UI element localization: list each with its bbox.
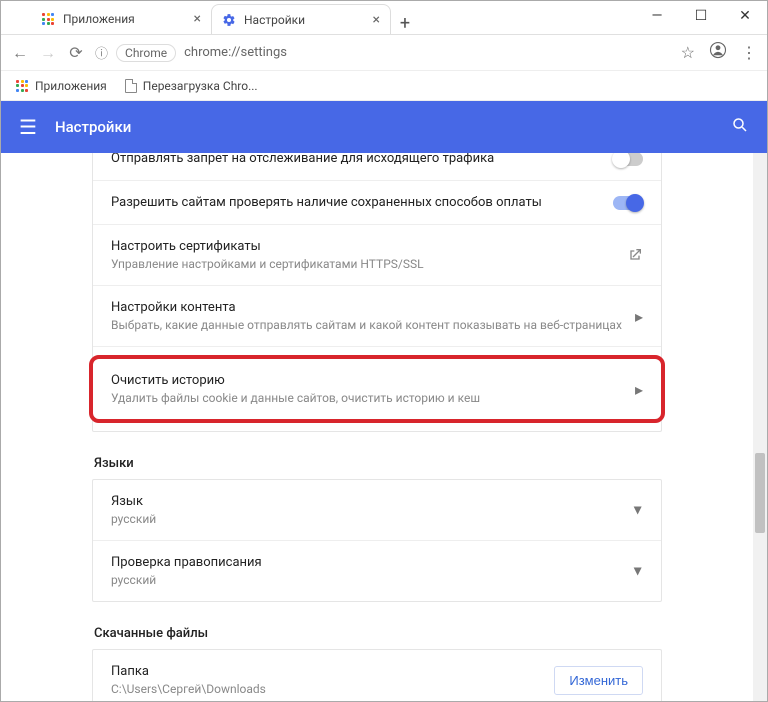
bookmarks-bar: Приложения Перезагрузка Chro...: [1, 71, 767, 101]
setting-clear-browsing-data[interactable]: Очистить историю Удалить файлы cookie и …: [93, 359, 661, 419]
chevron-down-icon: ▸: [629, 567, 648, 575]
menu-hamburger-icon[interactable]: ☰: [19, 115, 37, 139]
setting-title: Очистить историю: [111, 373, 623, 388]
page-icon: [125, 79, 137, 93]
setting-value: C:\Users\Сергей\Downloads: [111, 682, 542, 696]
toolbar: ← → ⟳ ⓘ Chrome chrome://settings ☆ ⋮: [1, 35, 767, 71]
section-label-languages: Языки: [92, 456, 662, 471]
toggle-switch[interactable]: [613, 153, 643, 166]
menu-icon[interactable]: ⋮: [741, 43, 757, 62]
url-text: chrome://settings: [184, 45, 287, 60]
page-title: Настройки: [55, 118, 131, 136]
settings-header: ☰ Настройки: [1, 101, 767, 153]
tab-label: Настройки: [244, 13, 305, 27]
setting-title: Настроить сертификаты: [111, 239, 615, 254]
chevron-right-icon: ▸: [635, 307, 643, 326]
back-button[interactable]: ←: [11, 43, 29, 63]
setting-do-not-track[interactable]: Отправлять запрет на отслеживание для ис…: [93, 153, 661, 181]
change-folder-button[interactable]: Изменить: [554, 666, 643, 695]
tab-label: Приложения: [63, 12, 135, 26]
setting-spellcheck[interactable]: Проверка правописания русский ▸: [93, 541, 661, 601]
setting-title: Папка: [111, 664, 542, 679]
forward-button[interactable]: →: [39, 43, 57, 63]
search-icon[interactable]: [731, 116, 749, 139]
setting-download-folder: Папка C:\Users\Сергей\Downloads Изменить: [93, 650, 661, 701]
settings-content: Отправлять запрет на отслеживание для ис…: [1, 153, 767, 701]
setting-language[interactable]: Язык русский ▸: [93, 480, 661, 541]
setting-title: Отправлять запрет на отслеживание для ис…: [111, 153, 601, 166]
chrome-chip: Chrome: [116, 44, 176, 62]
chevron-down-icon: ▸: [629, 506, 648, 514]
bookmark-reload-chrome[interactable]: Перезагрузка Chro...: [125, 79, 258, 93]
new-tab-button[interactable]: +: [391, 13, 419, 34]
setting-title: Проверка правописания: [111, 555, 623, 570]
address-bar[interactable]: ⓘ Chrome chrome://settings: [95, 40, 671, 66]
setting-title: Язык: [111, 494, 623, 509]
setting-value: русский: [111, 573, 623, 587]
setting-subtitle: Управление настройками и сертификатами H…: [111, 257, 615, 271]
setting-content-settings[interactable]: Настройки контента Выбрать, какие данные…: [93, 286, 661, 347]
scrollbar-thumb[interactable]: [755, 453, 765, 533]
tab-apps[interactable]: Приложения ×: [31, 4, 211, 34]
window-minimize-button[interactable]: —: [635, 1, 679, 31]
window-maximize-button[interactable]: ☐: [679, 1, 723, 31]
tab-close-icon[interactable]: ×: [373, 12, 380, 28]
setting-payment-check[interactable]: Разрешить сайтам проверять наличие сохра…: [93, 181, 661, 225]
downloads-card: Папка C:\Users\Сергей\Downloads Изменить: [92, 649, 662, 701]
site-info-icon[interactable]: ⓘ: [95, 43, 108, 62]
setting-value: русский: [111, 512, 623, 526]
bookmark-star-icon[interactable]: ☆: [681, 43, 695, 62]
tab-settings[interactable]: Настройки ×: [211, 4, 391, 34]
gear-icon: [222, 13, 236, 27]
section-label-downloads: Скачанные файлы: [92, 626, 662, 641]
profile-icon[interactable]: [709, 41, 727, 64]
vertical-scrollbar[interactable]: [753, 153, 767, 701]
window-close-button[interactable]: ✕: [723, 1, 767, 31]
reload-button[interactable]: ⟳: [67, 43, 85, 62]
setting-subtitle: Выбрать, какие данные отправлять сайтам …: [111, 318, 623, 332]
toggle-switch[interactable]: [613, 196, 643, 210]
apps-icon: [15, 79, 29, 93]
bookmark-label: Перезагрузка Chro...: [143, 79, 258, 93]
chevron-right-icon: ▸: [635, 380, 643, 399]
languages-card: Язык русский ▸ Проверка правописания рус…: [92, 479, 662, 602]
highlighted-clear-history: Очистить историю Удалить файлы cookie и …: [89, 355, 665, 423]
privacy-card: Отправлять запрет на отслеживание для ис…: [92, 153, 662, 432]
setting-title: Разрешить сайтам проверять наличие сохра…: [111, 195, 601, 210]
bookmark-apps[interactable]: Приложения: [15, 79, 107, 93]
setting-subtitle: Удалить файлы cookie и данные сайтов, оч…: [111, 391, 623, 405]
apps-icon: [41, 12, 55, 26]
setting-certificates[interactable]: Настроить сертификаты Управление настрой…: [93, 225, 661, 286]
open-external-icon: [627, 247, 643, 263]
setting-title: Настройки контента: [111, 300, 623, 315]
tab-close-icon[interactable]: ×: [194, 11, 201, 27]
bookmark-label: Приложения: [35, 79, 107, 93]
